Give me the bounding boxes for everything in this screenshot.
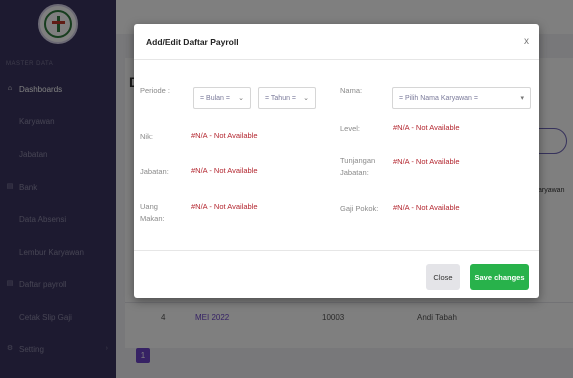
modal-header: Add/Edit Daftar Payroll x <box>134 24 539 60</box>
gaji-pokok-label: Gaji Pokok: <box>340 204 379 213</box>
close-button[interactable]: Close <box>426 264 460 290</box>
periode-label: Periode : <box>140 86 171 95</box>
save-changes-button[interactable]: Save changes <box>470 264 529 290</box>
tahun-select[interactable]: = Tahun = ⌄ <box>258 87 316 109</box>
jabatan-label: Jabatan: <box>140 167 169 176</box>
uang-makan-value: #N/A - Not Available <box>191 202 258 211</box>
bulan-select[interactable]: = Bulan = ⌄ <box>193 87 251 109</box>
close-icon[interactable]: x <box>524 36 529 47</box>
level-value: #N/A - Not Available <box>393 123 460 132</box>
chevron-down-icon: ⌄ <box>303 95 309 102</box>
nik-label: Nik: <box>140 132 153 141</box>
chevron-down-icon: ⌄ <box>238 95 244 102</box>
level-label: Level: <box>340 124 361 133</box>
tunjangan-jabatan-value: #N/A - Not Available <box>393 157 460 166</box>
gaji-pokok-value: #N/A - Not Available <box>393 203 460 212</box>
payroll-modal: Add/Edit Daftar Payroll x Periode : = Bu… <box>134 24 539 298</box>
jabatan-value: #N/A - Not Available <box>191 166 258 175</box>
chevron-down-icon: ▾ <box>520 95 524 102</box>
nik-value: #N/A - Not Available <box>191 131 258 140</box>
modal-footer: Close Save changes <box>134 250 539 298</box>
nama-label: Nama: <box>340 86 363 95</box>
tunjangan-jabatan-label: Tunjangan Jabatan: <box>340 156 376 177</box>
uang-makan-label: Uang Makan: <box>140 202 165 223</box>
modal-title: Add/Edit Daftar Payroll <box>146 37 239 47</box>
nama-karyawan-select[interactable]: = Pilih Nama Karyawan = ▾ <box>392 87 531 109</box>
